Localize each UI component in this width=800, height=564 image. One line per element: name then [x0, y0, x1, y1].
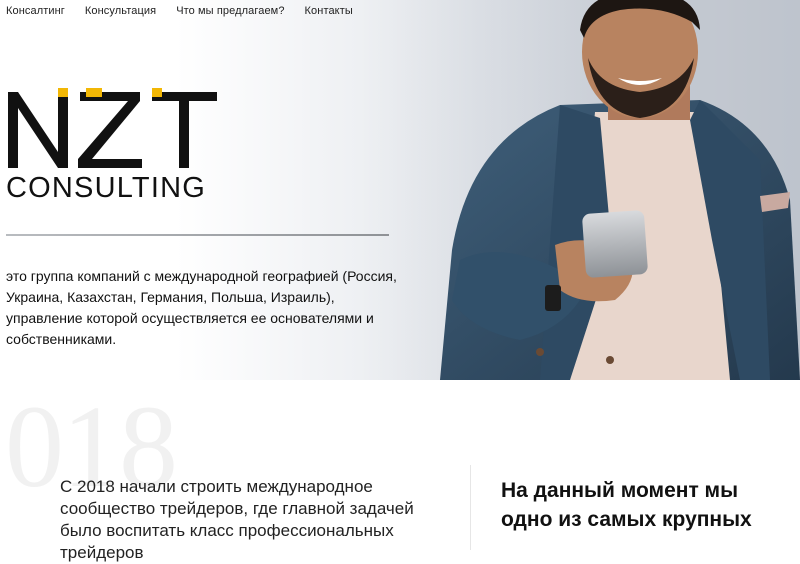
history-text: С 2018 начали строить международное сооб… [60, 477, 414, 562]
section-divider [470, 465, 471, 550]
nav-link-contacts[interactable]: Контакты [305, 5, 353, 17]
logo-mark [8, 88, 217, 168]
nav-link-what-we-offer[interactable]: Что мы предлагаем? [176, 5, 284, 17]
top-nav: Консалтинг Консультация Что мы предлагае… [6, 5, 353, 17]
hero-section: Консалтинг Консультация Что мы предлагае… [0, 0, 800, 380]
nav-link-consultation[interactable]: Консультация [85, 5, 156, 17]
hero-divider [6, 234, 389, 236]
nav-link-consulting[interactable]: Консалтинг [6, 5, 65, 17]
hero-description: это группа компаний с международной геог… [6, 268, 397, 347]
logo-subtitle: CONSULTING [6, 172, 206, 204]
company-logo[interactable]: CONSULTING [6, 88, 221, 208]
position-heading: На данный момент мы одно из самых крупны… [501, 479, 752, 531]
